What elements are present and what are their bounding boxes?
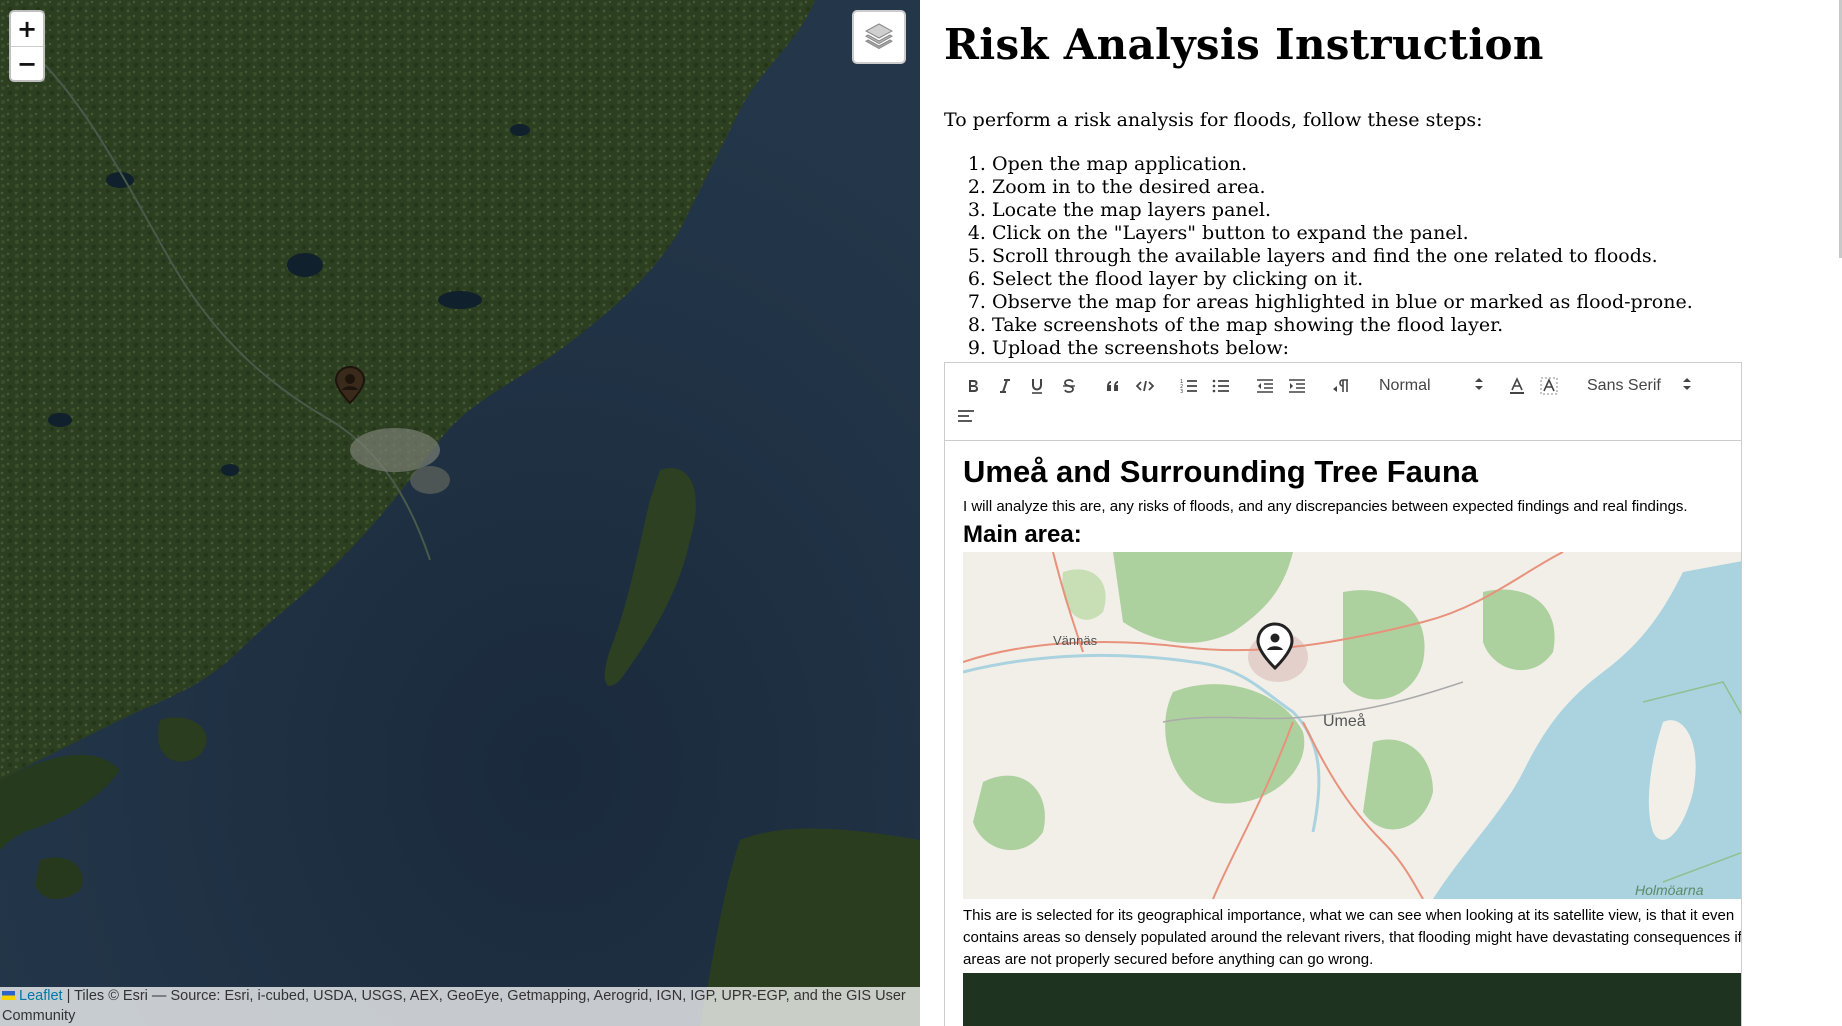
map-label-holmoarna: Holmöarna (1635, 882, 1704, 898)
instruction-steps: Open the map application. Zoom in to the… (944, 153, 1842, 360)
layers-button[interactable] (852, 10, 906, 64)
step-item: Zoom in to the desired area. (992, 176, 1842, 199)
editor-toolbar: 123 Normal Sans Serif (945, 363, 1741, 441)
ukraine-flag-icon (2, 991, 15, 1000)
strike-icon[interactable] (1053, 371, 1085, 401)
header-select-value: Normal (1379, 377, 1431, 394)
map-pin-icon[interactable] (334, 365, 366, 409)
zoom-out-button[interactable]: − (11, 46, 43, 80)
header-select[interactable]: Normal (1369, 371, 1489, 401)
editor-content[interactable]: Umeå and Surrounding Tree Fauna I will a… (945, 441, 1741, 1026)
satellite-imagery (0, 0, 920, 1026)
italic-icon[interactable] (989, 371, 1021, 401)
zoom-control: + − (9, 10, 45, 82)
rich-text-editor: 123 Normal Sans Serif Umeå and Surroundi… (944, 362, 1742, 1026)
code-icon[interactable] (1129, 371, 1161, 401)
font-select[interactable]: Sans Serif (1577, 371, 1697, 401)
instructions-intro: To perform a risk analysis for floods, f… (944, 109, 1483, 131)
document-body: This are is selected for its geographica… (963, 907, 1741, 968)
step-item: Take screenshots of the map showing the … (992, 314, 1842, 337)
map-label-umea: Umeå (1323, 712, 1366, 730)
font-select-value: Sans Serif (1587, 377, 1661, 394)
instructions-panel[interactable]: Risk Analysis Instruction To perform a r… (920, 0, 1842, 1026)
document-title: Umeå and Surrounding Tree Fauna (963, 454, 1479, 489)
select-arrows-icon (1475, 377, 1483, 396)
select-arrows-icon (1683, 377, 1691, 396)
street-map-screenshot: Vännäs Umeå Holmöarna (963, 552, 1741, 899)
bold-icon[interactable] (957, 371, 989, 401)
layers-icon (864, 21, 894, 53)
background-color-icon[interactable] (1533, 371, 1565, 401)
document-intro: I will analyze this are, any risks of fl… (963, 498, 1688, 515)
step-item: Select the flood layer by clicking on it… (992, 268, 1842, 291)
document-subheading: Main area: (963, 521, 1082, 548)
svg-text:3: 3 (1180, 389, 1183, 394)
underline-icon[interactable] (1021, 371, 1053, 401)
text-color-icon[interactable] (1501, 371, 1533, 401)
step-item: Locate the map layers panel. (992, 199, 1842, 222)
step-item: Upload the screenshots below: (992, 337, 1842, 360)
outdent-icon[interactable] (1249, 371, 1281, 401)
attribution-text: | Tiles © Esri — Source: Esri, i-cubed, … (2, 988, 906, 1024)
page-title: Risk Analysis Instruction (944, 20, 1544, 69)
satellite-screenshot (963, 973, 1741, 1026)
map-attribution: Leaflet | Tiles © Esri — Source: Esri, i… (0, 987, 920, 1026)
bullet-list-icon[interactable] (1205, 371, 1237, 401)
step-item: Click on the "Layers" button to expand t… (992, 222, 1842, 245)
step-item: Observe the map for areas highlighted in… (992, 291, 1842, 314)
blockquote-icon[interactable] (1097, 371, 1129, 401)
step-item: Open the map application. (992, 153, 1842, 176)
rtl-icon[interactable] (1325, 371, 1357, 401)
map-label-vannas: Vännäs (1053, 633, 1098, 648)
satellite-map[interactable]: + − Leaflet | Tiles © Esri — Source: Esr… (0, 0, 920, 1026)
ordered-list-icon[interactable]: 123 (1173, 371, 1205, 401)
leaflet-link[interactable]: Leaflet (19, 988, 63, 1004)
step-item: Scroll through the available layers and … (992, 245, 1842, 268)
align-icon[interactable] (957, 401, 989, 431)
zoom-in-button[interactable]: + (11, 12, 43, 46)
indent-icon[interactable] (1281, 371, 1313, 401)
